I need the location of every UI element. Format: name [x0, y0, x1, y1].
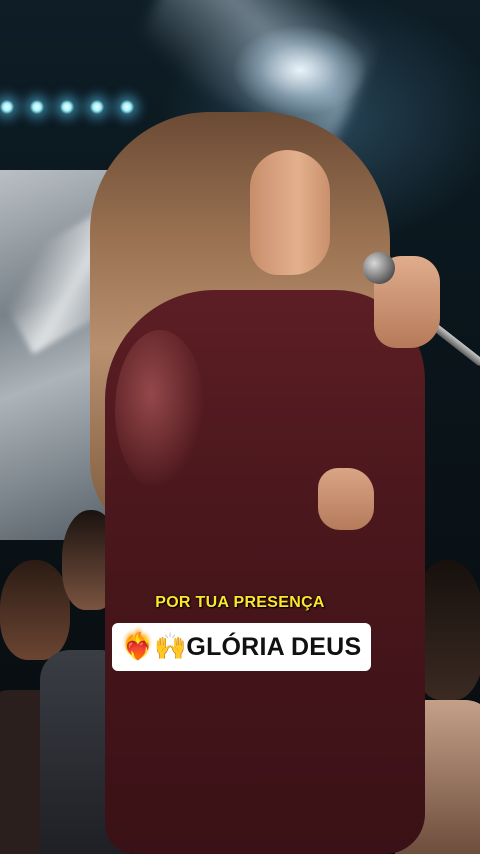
video-frame[interactable]: POR TUA PRESENÇA ❤️‍🔥 🙌 GLÓRIA DEUS: [0, 0, 480, 854]
raised-hands-icon: 🙌: [154, 632, 187, 662]
singer-hand: [318, 468, 374, 530]
caption-line-1: POR TUA PRESENÇA: [155, 594, 325, 611]
heart-on-fire-icon: ❤️‍🔥: [121, 632, 155, 662]
stage-light: [60, 100, 74, 114]
stage-light-row: [0, 100, 134, 114]
singer-face: [250, 150, 330, 275]
jacket-sheen: [115, 330, 205, 490]
stage-light: [90, 100, 104, 114]
caption-sticker: ❤️‍🔥 🙌 GLÓRIA DEUS: [112, 623, 371, 671]
caption-line-2: GLÓRIA DEUS: [186, 632, 362, 661]
stage-light: [0, 100, 14, 114]
stage-light: [30, 100, 44, 114]
stage-light: [120, 100, 134, 114]
microphone-icon: [363, 252, 395, 284]
